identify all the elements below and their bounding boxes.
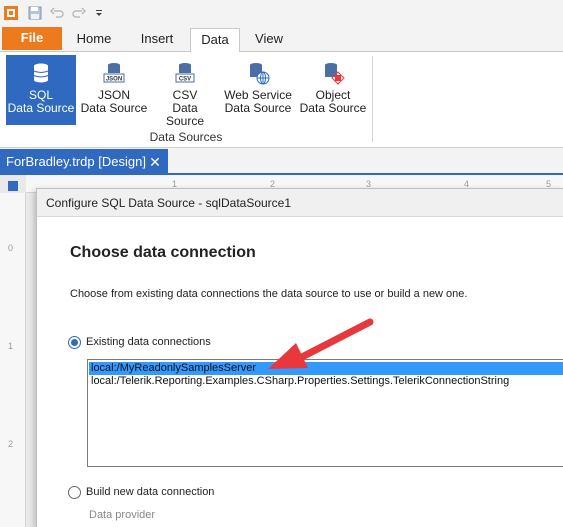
annotation-arrow-icon <box>268 318 374 369</box>
